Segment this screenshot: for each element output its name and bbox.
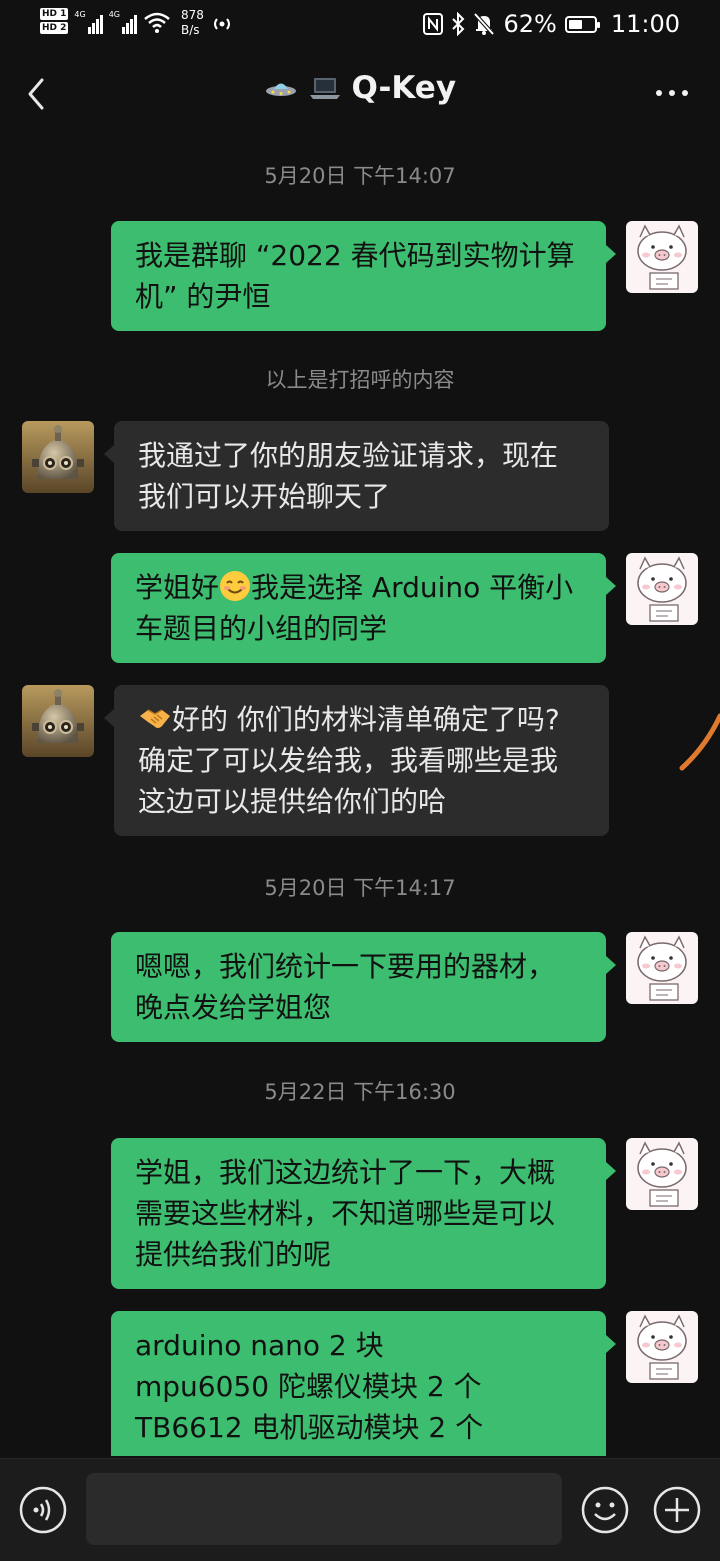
message-line: TB6612 电机驱动模块 2 个 [135,1411,484,1444]
status-bar: HD 1 HD 2 4G 4G 878 B/s 62% 11:00 [0,0,720,52]
outgoing-message[interactable]: arduino nano 2 块 mpu6050 陀螺仪模块 2 个 TB661… [111,1311,616,1456]
message-text: 好的 你们的材料清单确定了吗? 确定了可以发给我，我看哪些是我这边可以提供给你们… [138,703,560,818]
system-message: 以上是打招呼的内容 [265,368,455,392]
chat-title-text: Q-Key [351,70,457,106]
handshake-emoji-icon [140,709,170,728]
battery-percent: 62% [503,10,557,38]
avatar[interactable] [626,1311,698,1383]
timestamp: 5月20日 下午14:07 [264,164,456,188]
outgoing-message[interactable]: 我是群聊 “2022 春代码到实物计算机” 的尹恒 [111,221,616,331]
ufo-icon [265,83,296,96]
pig-avatar-icon [626,932,698,1004]
battery-icon [564,15,600,33]
clock: 11:00 [610,10,680,38]
bluetooth-icon [452,12,465,36]
hotspot-icon [213,18,230,30]
nfc-icon [423,13,444,35]
incoming-message[interactable]: 好的 你们的材料清单确定了吗? 确定了可以发给我，我看哪些是我这边可以提供给你们… [104,685,609,836]
avatar[interactable] [22,685,94,757]
avatar[interactable] [626,1138,698,1210]
chat-header: Q-Key [0,52,720,136]
chat-title[interactable]: Q-Key [0,70,720,106]
speed-value: 878 [181,8,204,22]
network-speed: 878 B/s [181,8,204,38]
annotation-stroke [679,713,720,771]
signal-icon: 4G [74,10,103,34]
pig-avatar-icon [626,1138,698,1210]
wifi-icon [144,12,170,33]
avatar[interactable] [626,553,698,625]
timestamp: 5月22日 下午16:30 [264,1080,456,1104]
outgoing-message[interactable]: 学姐，我们这边统计了一下，大概需要这些材料，不知道哪些是可以提供给我们的呢 [111,1138,616,1289]
message-text: 学姐好 [135,571,220,604]
network-type-1: 4G [74,10,86,19]
avatar[interactable] [626,221,698,293]
timestamp: 5月20日 下午14:17 [264,876,456,900]
hd-badges: HD 1 HD 2 [40,8,69,34]
pig-avatar-icon [626,553,698,625]
smiling-emoji-icon [220,571,251,601]
message-line: mpu6050 陀螺仪模块 2 个 [135,1370,482,1403]
mute-bell-icon [473,12,495,36]
signal-icon: 4G [109,10,137,34]
pig-avatar-icon [626,221,698,293]
emoji-icon[interactable] [580,1485,630,1535]
avatar[interactable] [626,932,698,1004]
pig-avatar-icon [626,1311,698,1383]
plus-icon[interactable] [652,1485,702,1535]
avatar[interactable] [22,421,94,493]
voice-icon[interactable] [18,1485,68,1535]
speed-unit: B/s [181,23,200,37]
chat-area[interactable]: 5月20日 下午14:07 我是群聊 “2022 春代码到实物计算机” 的尹恒 … [0,136,720,1456]
status-left: HD 1 HD 2 4G 4G 878 B/s [40,8,234,38]
hd1-badge: HD 1 [40,8,69,20]
message-line: arduino nano 2 块 [135,1329,384,1362]
laptop-icon [309,78,340,99]
message-input[interactable] [86,1473,562,1545]
status-right: 62% 11:00 [423,10,680,38]
input-bar [0,1458,720,1561]
outgoing-message[interactable]: 嗯嗯，我们统计一下要用的器材，晚点发给学姐您 [111,932,616,1042]
network-type-2: 4G [108,10,120,19]
incoming-message[interactable]: 我通过了你的朋友验证请求，现在我们可以开始聊天了 [104,421,609,531]
robot-avatar-icon [22,685,94,757]
more-dots-icon[interactable] [656,90,688,96]
robot-avatar-icon [22,421,94,493]
hd2-badge: HD 2 [40,22,69,34]
outgoing-message[interactable]: 学姐好 我是选择 Arduino 平衡小车题目的小组的同学 [111,553,616,663]
